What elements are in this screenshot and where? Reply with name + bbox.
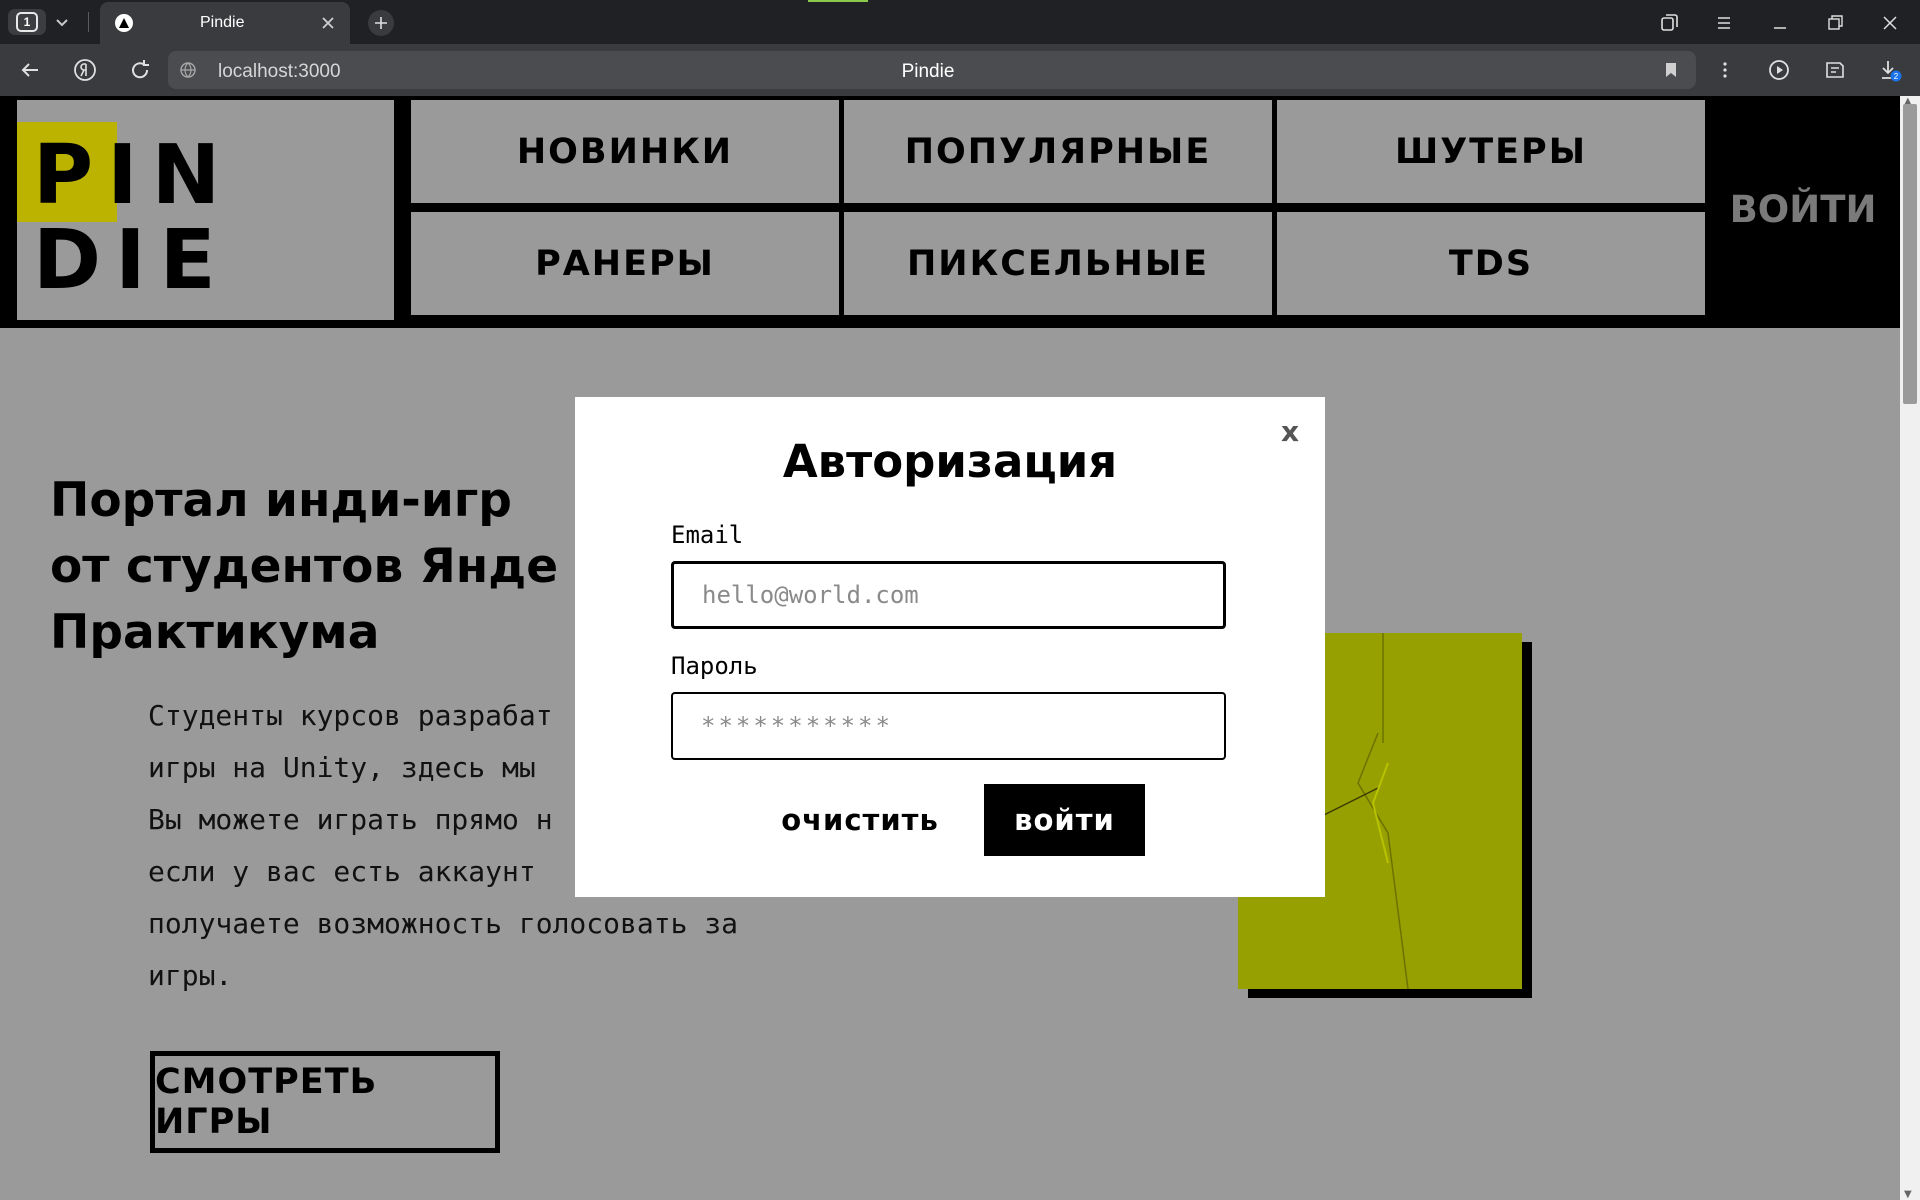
watch-games-button[interactable]: СМОТРЕТЬ ИГРЫ (150, 1051, 500, 1153)
tab-separator (88, 12, 89, 32)
extension-icon[interactable] (1823, 58, 1847, 82)
logo-line-1: PIN (33, 128, 235, 223)
nav-item-shooters[interactable]: ШУТЕРЫ (1277, 100, 1705, 203)
more-vertical-icon[interactable] (1713, 58, 1737, 82)
scroll-down-arrow-icon[interactable]: ▼ (1904, 1189, 1912, 1200)
restore-icon[interactable] (1824, 12, 1846, 34)
email-label: Email (671, 521, 744, 549)
submit-login-button[interactable]: войти (984, 784, 1145, 856)
logo[interactable]: PIN DIE (17, 100, 394, 320)
header-login-button[interactable]: ВОЙТИ (1706, 188, 1900, 231)
browser-tab-bar: 1 Pindie (0, 0, 1920, 44)
clear-button[interactable]: очистить (780, 784, 940, 856)
yandex-icon[interactable] (73, 58, 97, 82)
page-scrollbar[interactable]: ▲ ▼ (1900, 96, 1920, 1200)
minimize-icon[interactable] (1769, 12, 1791, 34)
reload-icon[interactable] (128, 58, 152, 82)
tab-title: Pindie (200, 14, 245, 31)
media-play-icon[interactable] (1768, 58, 1792, 82)
url-field[interactable]: localhost:3000 Pindie (168, 51, 1696, 89)
email-field[interactable] (671, 561, 1226, 629)
triangle-favicon-icon (115, 14, 133, 32)
modal-title: Авторизация (782, 435, 1118, 488)
scrollbar-thumb[interactable] (1903, 104, 1917, 404)
bookmark-icon[interactable] (1662, 61, 1680, 79)
tab-count: 1 (16, 12, 38, 32)
menu-icon[interactable] (1713, 12, 1735, 34)
tab-pindie[interactable]: Pindie (100, 2, 350, 44)
nav-item-tds[interactable]: TDS (1277, 212, 1705, 315)
nav-item-runners[interactable]: РАНЕРЫ (411, 212, 839, 315)
hero-text-line: получаете возможность голосовать за (148, 907, 739, 940)
collections-icon[interactable] (1658, 12, 1680, 34)
tab-counter-button[interactable]: 1 (8, 9, 46, 35)
nav-item-new[interactable]: НОВИНКИ (411, 100, 839, 203)
hero-text-line: игры. (148, 959, 233, 992)
browser-address-bar: localhost:3000 Pindie 2 (0, 44, 1920, 96)
chevron-down-icon[interactable] (52, 12, 72, 32)
nav-item-popular[interactable]: ПОПУЛЯРНЫЕ (844, 100, 1272, 203)
download-icon[interactable]: 2 (1878, 58, 1902, 82)
logo-line-2: DIE (33, 213, 230, 308)
password-label: Пароль (671, 652, 758, 680)
site-header: PIN DIE НОВИНКИ ПОПУЛЯРНЫЕ ШУТЕРЫ РАНЕРЫ… (0, 96, 1900, 328)
back-arrow-icon[interactable] (18, 58, 42, 82)
nav-item-pixel[interactable]: ПИКСЕЛЬНЫЕ (844, 212, 1272, 315)
close-window-icon[interactable] (1879, 12, 1901, 34)
download-badge: 2 (1894, 72, 1899, 81)
plus-icon (375, 17, 387, 29)
address-page-title: Pindie (901, 61, 955, 82)
password-field[interactable] (671, 692, 1226, 760)
close-tab-icon[interactable] (320, 15, 336, 31)
new-tab-button[interactable] (368, 10, 394, 36)
auth-modal: x Авторизация Email Пароль очистить войт… (575, 397, 1325, 897)
tab-indicator (808, 0, 868, 2)
